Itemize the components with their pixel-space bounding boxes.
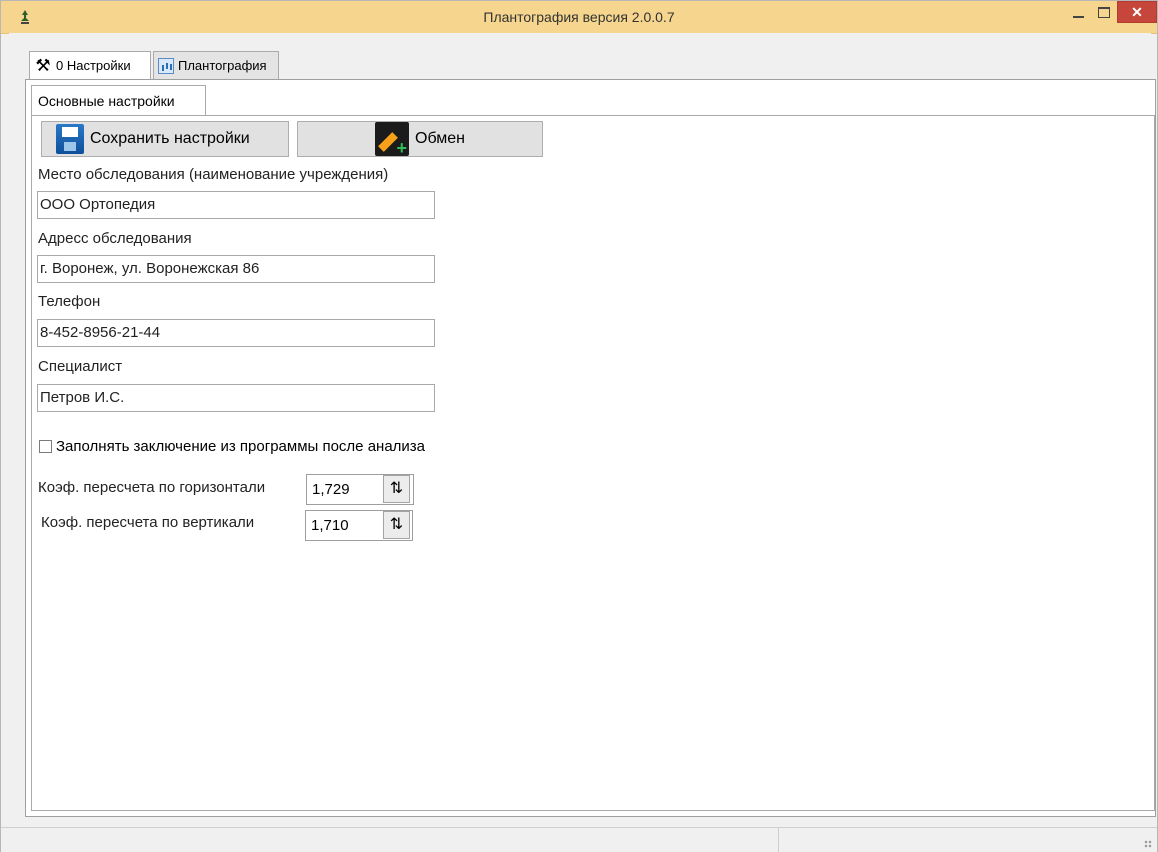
close-button[interactable]: ✕	[1117, 1, 1157, 23]
resize-grip-icon[interactable]	[1144, 840, 1152, 848]
coef-horizontal-label: Коэф. пересчета по горизонтали	[38, 479, 266, 496]
phone-field[interactable]: 8-452-8956-21-44	[37, 319, 435, 347]
tab-settings-label: 0 Настройки	[56, 58, 131, 73]
save-settings-button[interactable]: Сохранить настройки	[41, 121, 289, 157]
status-bar	[1, 827, 1157, 852]
fill-conclusion-label: Заполнять заключение из программы после …	[56, 438, 426, 455]
phone-label: Телефон	[38, 293, 101, 310]
coef-vertical-spin-button[interactable]: ⇅	[383, 511, 410, 539]
title-bar[interactable]: Плантография версия 2.0.0.7 ✕	[1, 1, 1157, 34]
tab-settings[interactable]: ⚒ 0 Настройки	[29, 51, 151, 79]
chart-icon	[158, 57, 174, 74]
coef-horizontal-value: 1,729	[312, 481, 350, 498]
tab-plantography[interactable]: Плантография	[153, 51, 279, 79]
maximize-button[interactable]	[1091, 1, 1117, 24]
fill-conclusion-checkbox[interactable]	[39, 440, 52, 453]
window-title: Плантография версия 2.0.0.7	[483, 9, 675, 25]
coef-vertical-value: 1,710	[311, 517, 349, 534]
exchange-button[interactable]: Обмен	[297, 121, 543, 159]
coef-horizontal-spin-button[interactable]: ⇅	[383, 475, 410, 503]
settings-panel	[31, 115, 1155, 811]
status-separator	[778, 828, 779, 852]
tools-icon: ⚒	[35, 56, 51, 75]
save-settings-label: Сохранить настройки	[90, 130, 250, 147]
floppy-disk-icon	[56, 124, 84, 154]
subtab-main-settings[interactable]: Основные настройки	[31, 85, 206, 115]
address-field[interactable]: г. Воронеж, ул. Воронежская 86	[37, 255, 435, 283]
tab-plantography-label: Плантография	[178, 58, 267, 73]
place-label: Место обследования (наименование учрежде…	[38, 166, 389, 183]
minimize-button[interactable]	[1065, 1, 1091, 24]
exchange-label: Обмен	[415, 130, 465, 147]
subtab-label: Основные настройки	[38, 92, 175, 109]
edit-add-icon	[375, 122, 409, 159]
coef-vertical-label: Коэф. пересчета по вертикали	[41, 514, 255, 531]
app-window: Плантография версия 2.0.0.7 ✕ ⚒ 0 Настро…	[0, 0, 1158, 852]
fill-conclusion-row: Заполнять заключение из программы после …	[39, 438, 425, 455]
place-field[interactable]: ООО Ортопедия	[37, 191, 435, 219]
address-label: Адресс обследования	[38, 230, 192, 247]
specialist-field[interactable]: Петров И.С.	[37, 384, 435, 412]
specialist-label: Специалист	[38, 358, 123, 375]
